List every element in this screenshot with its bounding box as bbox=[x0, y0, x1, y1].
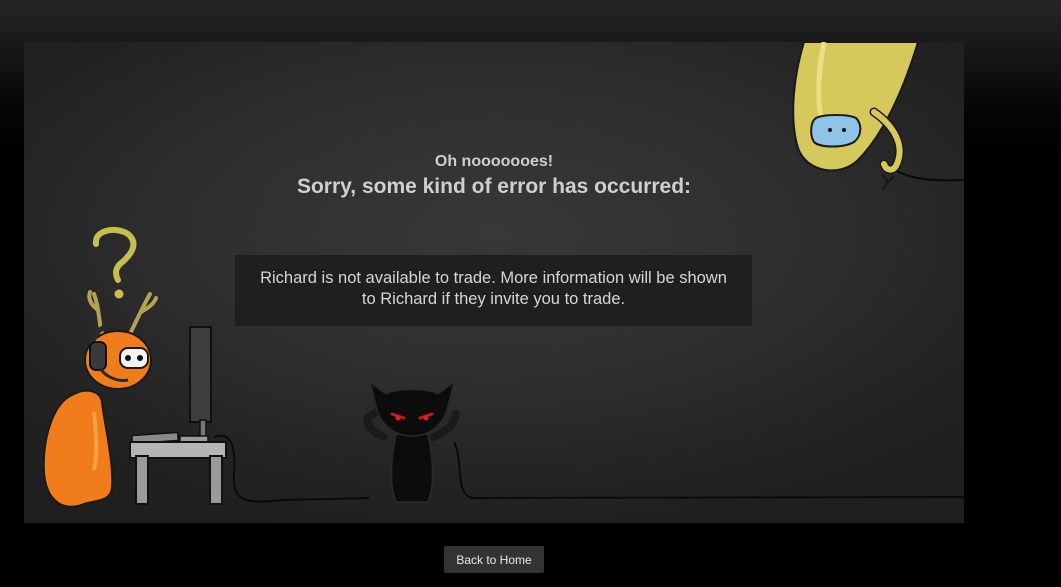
computer-monitor-icon bbox=[179, 326, 212, 443]
error-message: Richard is not available to trade. More … bbox=[260, 269, 727, 308]
error-panel: Oh nooooooes! Sorry, some kind of error … bbox=[24, 42, 964, 523]
back-to-home-button[interactable]: Back to Home bbox=[444, 546, 544, 573]
black-cat-character-icon bbox=[363, 380, 460, 503]
error-message-box: Richard is not available to trade. More … bbox=[235, 255, 752, 326]
error-heading: Sorry, some kind of error has occurred: bbox=[296, 175, 692, 198]
computer-desk-icon bbox=[129, 431, 227, 505]
error-exclaim: Oh nooooooes! bbox=[434, 153, 554, 170]
error-page: Oh nooooooes! Sorry, some kind of error … bbox=[0, 0, 1061, 587]
cable-line bbox=[213, 434, 370, 503]
cable-line bbox=[453, 441, 964, 500]
question-mark-icon bbox=[93, 226, 137, 299]
